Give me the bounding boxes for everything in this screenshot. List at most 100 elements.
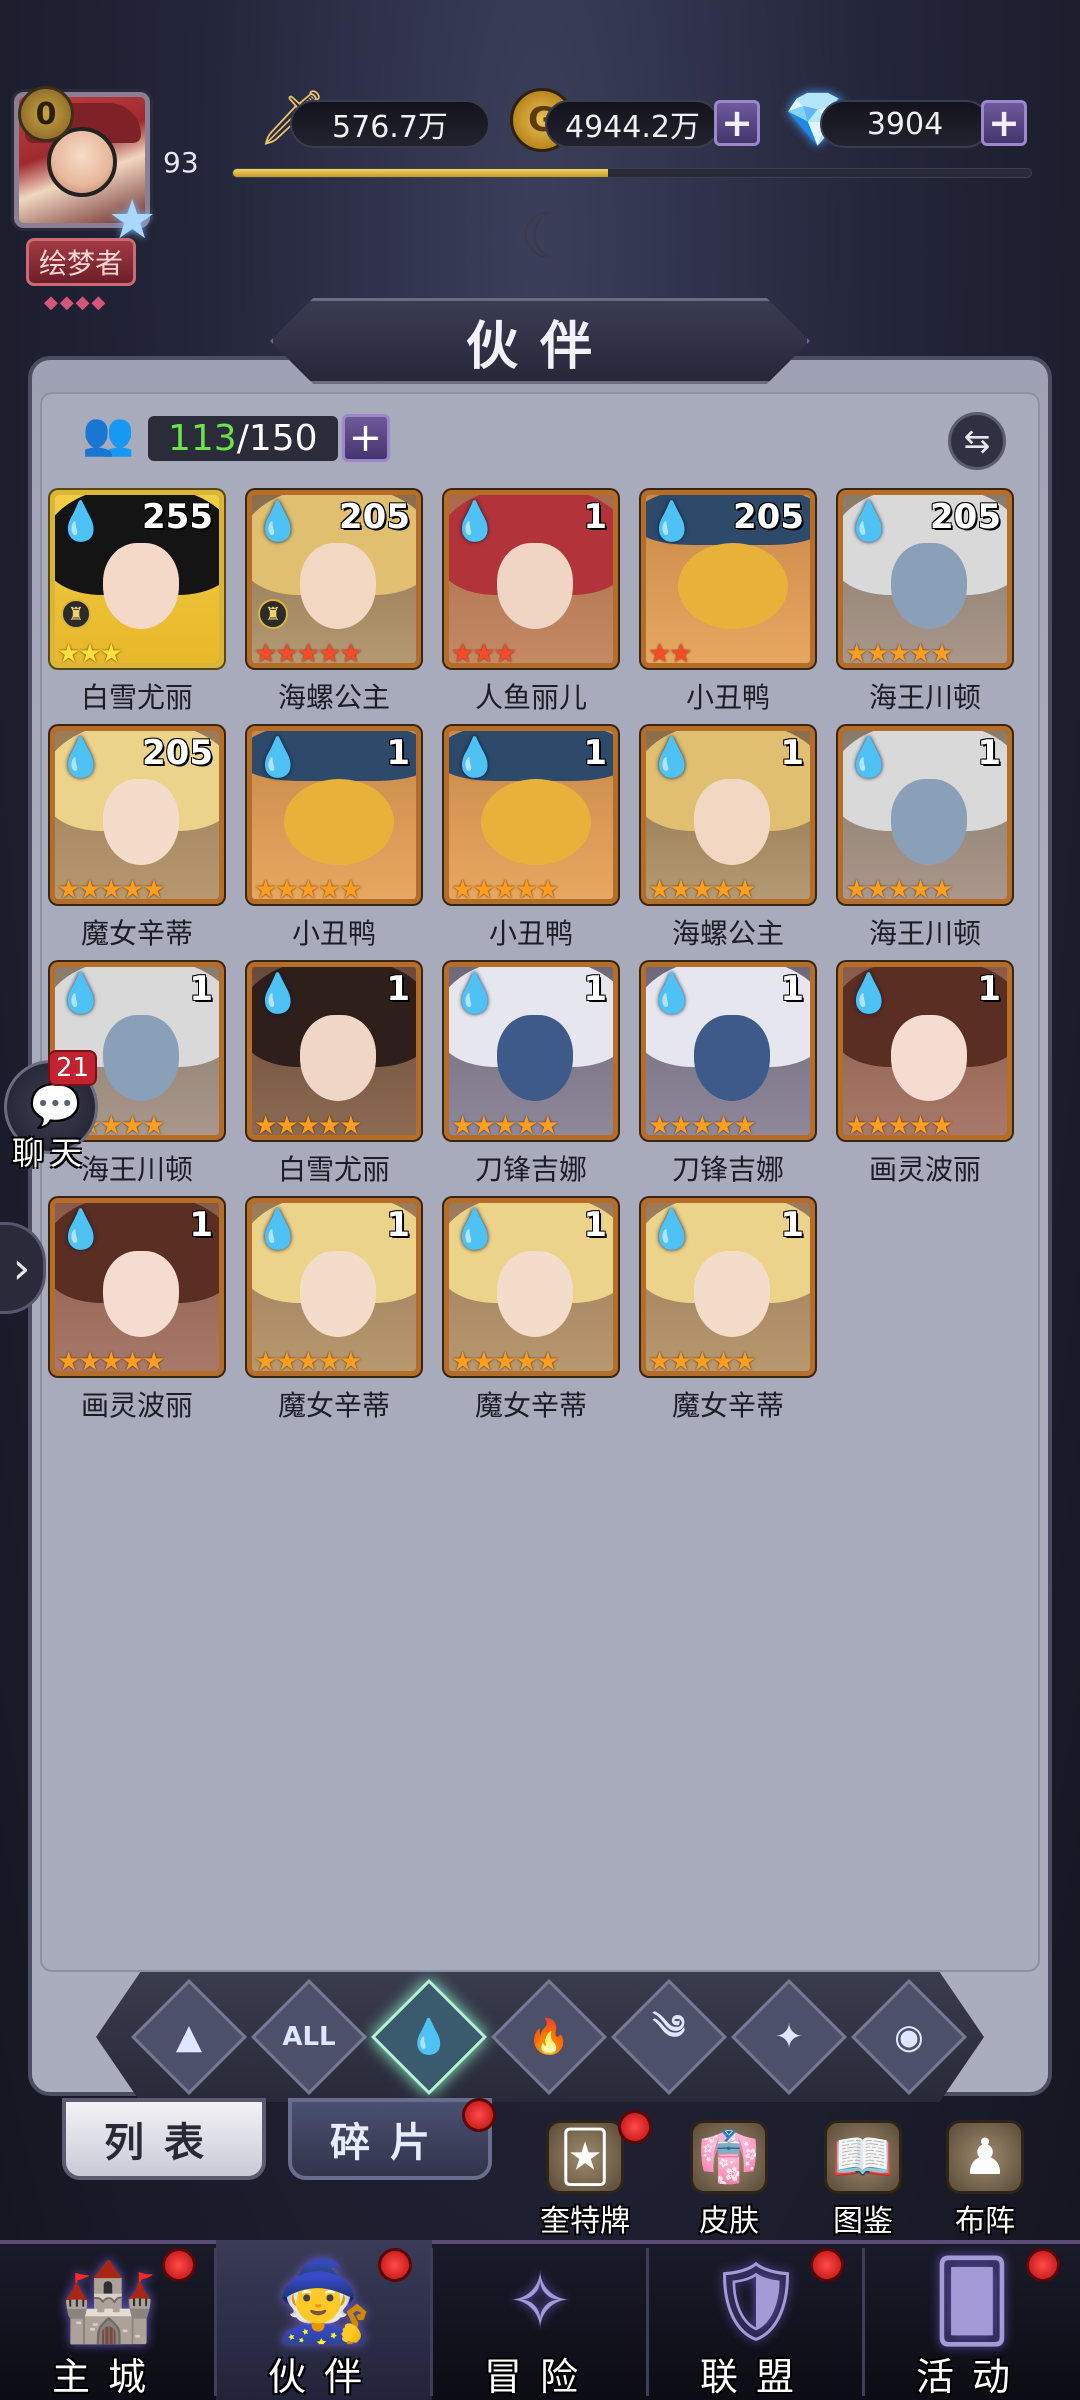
hero-star-rating-icon: ★★★★★ [648,1111,757,1140]
gem-value: 3904 [820,100,990,148]
resonance-crown-icon: ♜ [258,599,288,629]
hero-name: 海螺公主 [277,681,390,714]
hero-star-rating-icon: ★★★ [451,639,517,668]
hero-name: 魔女辛蒂 [671,1389,784,1422]
costume-icon: 👘 [690,2120,768,2194]
hero-portrait-frame: 💧 1 ★★★★★ [444,1198,618,1376]
hero-level: 1 [386,733,410,773]
hero-card[interactable]: 💧 1 ★★★★★ 魔女辛蒂 [444,1198,618,1434]
hero-portrait-frame: 💧 1 ★★★★★ [641,726,815,904]
tarot-card-icon: 🃏 [546,2120,624,2194]
hero-card[interactable]: 💧 1 ★★★★★ 画灵波丽 [50,1198,224,1434]
tab-fragments[interactable]: 碎片 [288,2098,492,2180]
filter-dark[interactable]: ◉ [851,1979,967,2095]
tool-formation[interactable]: ♟ 布阵 [930,2120,1040,2239]
nav-shield[interactable]: 🛡 联盟 [648,2240,864,2400]
tab-list[interactable]: 列表 [62,2098,266,2180]
player-title[interactable]: 绘梦者 [26,238,136,286]
hero-star-rating-icon: ★★★★★ [254,1111,363,1140]
hero-level: 205 [339,497,410,537]
nav-divider [214,2248,217,2396]
page-title: 伙伴 [465,316,614,377]
hero-card[interactable]: 💧 205 ★★★★★ 魔女辛蒂 [50,726,224,962]
hero-star-rating-icon: ★★★★★ [648,1347,757,1376]
water-element-icon: 💧 [57,498,105,543]
water-element-icon: 💧 [407,2017,451,2057]
filter-light[interactable]: ▲ [131,1979,247,2095]
water-element-icon: 💧 [57,734,105,779]
hero-portrait-frame: 💧 1 ★★★★★ [247,1198,421,1376]
moon-crest-icon: ☾ [519,200,577,274]
hero-card[interactable]: 💧 1 ★★★★★ 魔女辛蒂 [247,1198,421,1434]
hero-star-rating-icon: ★★★★★ [57,1347,166,1376]
hero-card[interactable]: 💧 1 ★★★★★ 白雪尤丽 [247,962,421,1198]
hero-card[interactable]: 💧 1 ★★★★★ 小丑鸭 [444,726,618,962]
hero-level: 1 [189,969,213,1009]
codex-icon: 📖 [824,2120,902,2194]
hero-card[interactable]: 💧 255 ♜ ★★★ 白雪尤丽 [50,490,224,726]
filter-all[interactable]: ALL [251,1979,367,2095]
sort-toggle-button[interactable]: ⇆ [948,412,1006,470]
hero-card[interactable]: 💧 1 ★★★★★ 刀锋吉娜 [641,962,815,1198]
hero-name: 海王川顿 [868,681,981,714]
hero-star-rating-icon: ★★★★★ [254,1347,363,1376]
filter-fire[interactable]: 🔥 [491,1979,607,2095]
water-element-icon: 💧 [57,1206,105,1251]
tool-costume[interactable]: 👘 皮肤 [674,2120,784,2239]
hero-card[interactable]: 💧 205 ★★ 小丑鸭 [641,490,815,726]
filter-wind[interactable]: ༄ [611,1979,727,2095]
fire-element-icon: 🔥 [527,2017,571,2057]
nav-compass[interactable]: ✧ 冒险 [432,2240,648,2400]
hero-name: 画灵波丽 [80,1389,193,1422]
nav-castle[interactable]: 🏰 主城 [0,2240,216,2400]
hero-card[interactable]: 💧 1 ★★★★★ 小丑鸭 [247,726,421,962]
hero-level: 1 [583,969,607,1009]
portrait-face [891,543,967,629]
roster-count: 👥 113/150 + [82,408,390,468]
hero-card[interactable]: 💧 205 ♜ ★★★★★ 海螺公主 [247,490,421,726]
hero-portrait-frame: 💧 205 ★★★★★ [838,490,1012,668]
tool-codex[interactable]: 📖 图鉴 [808,2120,918,2239]
hero-portrait-frame: 💧 205 ★★ [641,490,815,668]
hero-card[interactable]: 💧 1 ★★★★★ 魔女辛蒂 [641,1198,815,1434]
star-element-icon: ✦ [774,2017,804,2057]
hero-level: 205 [733,497,804,537]
add-gem-button[interactable]: + [981,100,1027,146]
portrait-face [497,543,573,629]
hero-level: 1 [386,969,410,1009]
nav-cards[interactable]: 🂠 活动 [864,2240,1080,2400]
nav-label: 活动 [915,2355,1028,2399]
portrait-face [497,1251,573,1337]
exp-bar [232,168,1032,178]
hero-card[interactable]: 💧 1 ★★★★★ 海螺公主 [641,726,815,962]
water-element-icon: 💧 [648,1206,696,1251]
hero-card[interactable]: 💧 1 ★★★★★ 画灵波丽 [838,962,1012,1198]
hero-card[interactable]: 💧 205 ★★★★★ 海王川顿 [838,490,1012,726]
hero-name: 小丑鸭 [685,681,770,714]
hero-name: 小丑鸭 [488,917,573,950]
nav-witch-hat[interactable]: 🧙 伙伴 [216,2240,432,2400]
hero-name: 刀锋吉娜 [474,1153,587,1186]
water-element-icon: 💧 [845,498,893,543]
title-rank-dots-icon: ◆◆◆◆ [44,292,108,313]
tool-tarot-card[interactable]: 🃏 奎特牌 [530,2110,652,2239]
hero-level: 1 [583,733,607,773]
nav-label: 联盟 [699,2355,812,2399]
hero-card[interactable]: 💧 1 ★★★★★ 刀锋吉娜 [444,962,618,1198]
hero-card[interactable]: 💧 1 ★★★★★ 海王川顿 [838,726,1012,962]
portrait-face [300,543,376,629]
portrait-face [300,1251,376,1337]
tool-label: 图鉴 [833,2204,893,2239]
tool-label: 布阵 [955,2204,1015,2239]
portrait-face [694,779,770,865]
hero-card[interactable]: 💧 1 ★★★ 人鱼丽儿 [444,490,618,726]
expand-roster-button[interactable]: + [341,414,390,462]
water-element-icon: 💧 [254,734,302,779]
add-gold-button[interactable]: + [714,100,760,146]
filter-water[interactable]: 💧 [371,1979,487,2095]
portrait-face [103,1015,179,1101]
nav-label: 伙伴 [267,2355,380,2399]
filter-star[interactable]: ✦ [731,1979,847,2095]
hero-star-rating-icon: ★★ [648,639,693,668]
hero-level: 1 [977,969,1001,1009]
